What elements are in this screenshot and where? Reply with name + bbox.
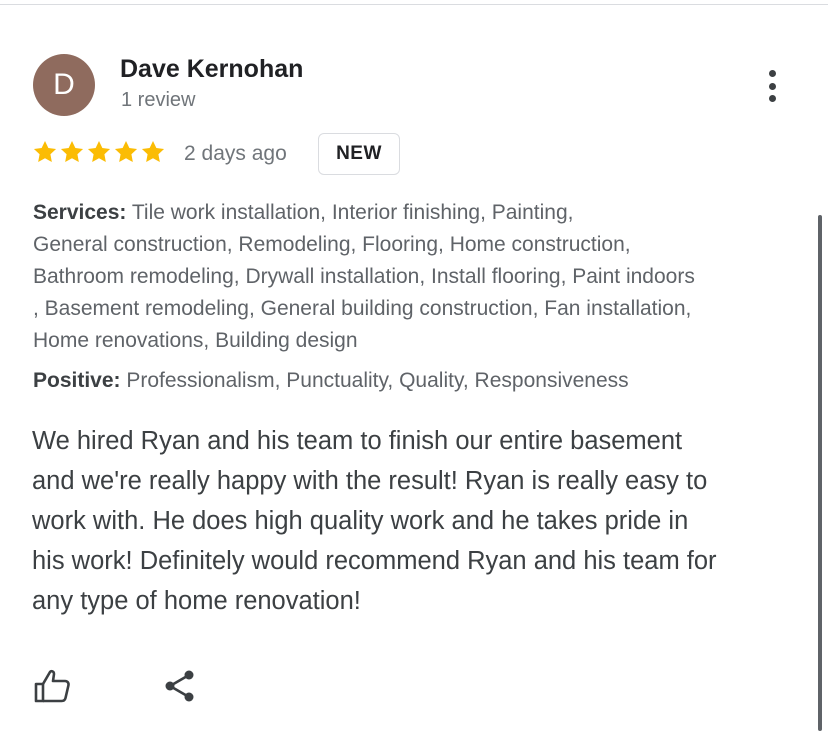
positive-section: Positive: Professionalism, Punctuality, … <box>33 365 629 397</box>
services-line: Home renovations, Building design <box>33 329 358 352</box>
top-divider <box>0 0 828 5</box>
services-line: , Basement remodeling, General building … <box>33 297 692 320</box>
services-label: Services: <box>33 201 127 224</box>
review-line: We hired Ryan and his team to finish our… <box>32 427 683 455</box>
services-text: Tile work installation, Interior finishi… <box>126 201 574 224</box>
more-options-button[interactable] <box>757 66 787 106</box>
review-date: 2 days ago <box>184 142 287 165</box>
like-button[interactable] <box>32 666 72 706</box>
star-icon <box>60 140 84 162</box>
reviewer-name[interactable]: Dave Kernohan <box>120 55 303 84</box>
scrollbar[interactable] <box>818 215 822 731</box>
review-line: work with. He does high quality work and… <box>32 507 689 535</box>
review-text: We hired Ryan and his team to finish our… <box>32 421 812 621</box>
services-line: General construction, Remodeling, Floori… <box>33 233 631 256</box>
star-icon <box>87 140 111 162</box>
services-line: Bathroom remodeling, Drywall installatio… <box>33 265 695 288</box>
star-icon <box>33 140 57 162</box>
star-icon <box>141 140 165 162</box>
share-icon <box>165 670 194 702</box>
more-options-dot <box>768 82 776 90</box>
avatar[interactable]: D <box>33 54 95 116</box>
avatar-initial: D <box>53 68 75 101</box>
review-line: any type of home renovation! <box>32 587 361 615</box>
review-count: 1 review <box>121 89 196 111</box>
new-badge: NEW <box>318 133 400 175</box>
star-rating <box>32 139 166 165</box>
positive-label: Positive: <box>33 369 121 392</box>
services-line: Services: Tile work installation, Interi… <box>33 197 808 229</box>
more-options-dot <box>768 95 776 102</box>
review-line: his work! Definitely would recommend Rya… <box>32 547 717 575</box>
thumbs-up-icon <box>34 669 70 703</box>
services-section: Services: Tile work installation, Interi… <box>33 197 808 357</box>
positive-text: Professionalism, Punctuality, Quality, R… <box>120 369 629 392</box>
review-line: and we're really happy with the result! … <box>32 467 708 495</box>
more-options-dot <box>768 70 776 77</box>
share-button[interactable] <box>160 666 200 706</box>
star-icon <box>114 140 138 162</box>
